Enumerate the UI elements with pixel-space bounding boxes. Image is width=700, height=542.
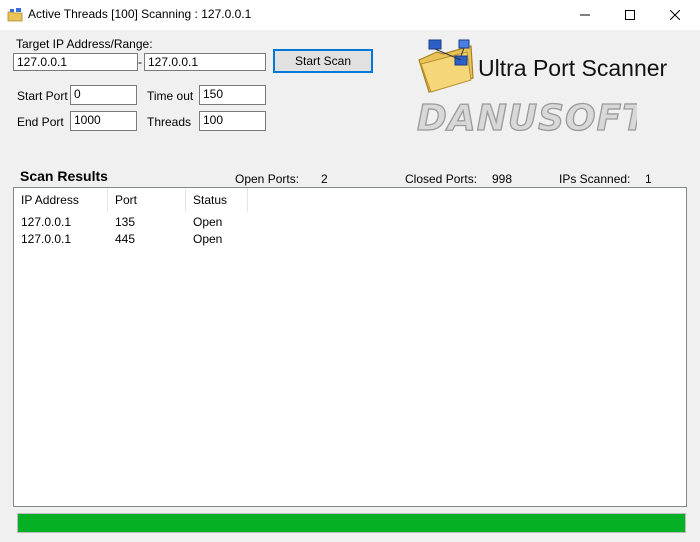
start-port-label: Start Port — [17, 89, 68, 103]
brand-logo: DANUSOFT — [416, 97, 637, 137]
maximize-icon — [625, 10, 635, 20]
threads-input[interactable]: 100 — [199, 111, 266, 131]
minimize-icon — [580, 14, 590, 16]
brand-logo-text: DANUSOFT — [417, 98, 637, 137]
ip-to-input[interactable]: 127.0.0.1 — [144, 53, 266, 71]
close-button[interactable] — [652, 0, 698, 30]
minimize-button[interactable] — [562, 0, 608, 30]
threads-label: Threads — [147, 115, 192, 129]
ip-from-input[interactable]: 127.0.0.1 — [13, 53, 138, 71]
column-header-port[interactable]: Port — [108, 188, 186, 212]
results-list[interactable]: IP Address Port Status 127.0.0.1 135 Ope… — [13, 187, 687, 507]
row-2-port[interactable]: 445 — [115, 232, 135, 246]
app-icon — [7, 8, 23, 22]
closed-ports-value: 998 — [492, 172, 513, 186]
closed-ports-label: Closed Ports: — [405, 172, 478, 186]
row-2-status[interactable]: Open — [193, 232, 222, 246]
row-1-port[interactable]: 135 — [115, 215, 135, 229]
range-separator: - — [138, 55, 142, 69]
maximize-button[interactable] — [607, 0, 653, 30]
title-bar: Active Threads [100] Scanning : 127.0.0.… — [0, 0, 700, 30]
timeout-label: Time out — [147, 89, 194, 103]
column-header-status[interactable]: Status — [186, 188, 248, 212]
open-ports-value: 2 — [321, 172, 328, 186]
progress-fill — [18, 514, 685, 532]
ips-scanned-value: 1 — [645, 172, 652, 186]
close-icon — [670, 10, 680, 20]
folder-network-icon — [418, 39, 474, 93]
ips-scanned-label: IPs Scanned: — [559, 172, 631, 186]
timeout-input[interactable]: 150 — [199, 85, 266, 105]
window-title: Active Threads [100] Scanning : 127.0.0.… — [28, 7, 252, 21]
target-ip-label: Target IP Address/Range: — [16, 37, 153, 51]
column-header-ip[interactable]: IP Address — [14, 188, 108, 212]
scan-progress-bar — [17, 513, 686, 533]
row-1-status[interactable]: Open — [193, 215, 222, 229]
row-1-ip[interactable]: 127.0.0.1 — [21, 215, 71, 229]
app-logo-title: Ultra Port Scanner — [478, 55, 668, 81]
start-port-input[interactable]: 0 — [70, 85, 137, 105]
open-ports-label: Open Ports: — [235, 172, 300, 186]
row-2-ip[interactable]: 127.0.0.1 — [21, 232, 71, 246]
scan-results-title: Scan Results — [20, 168, 108, 184]
end-port-input[interactable]: 1000 — [70, 111, 137, 131]
start-scan-button[interactable]: Start Scan — [273, 49, 373, 73]
end-port-label: End Port — [17, 115, 64, 129]
